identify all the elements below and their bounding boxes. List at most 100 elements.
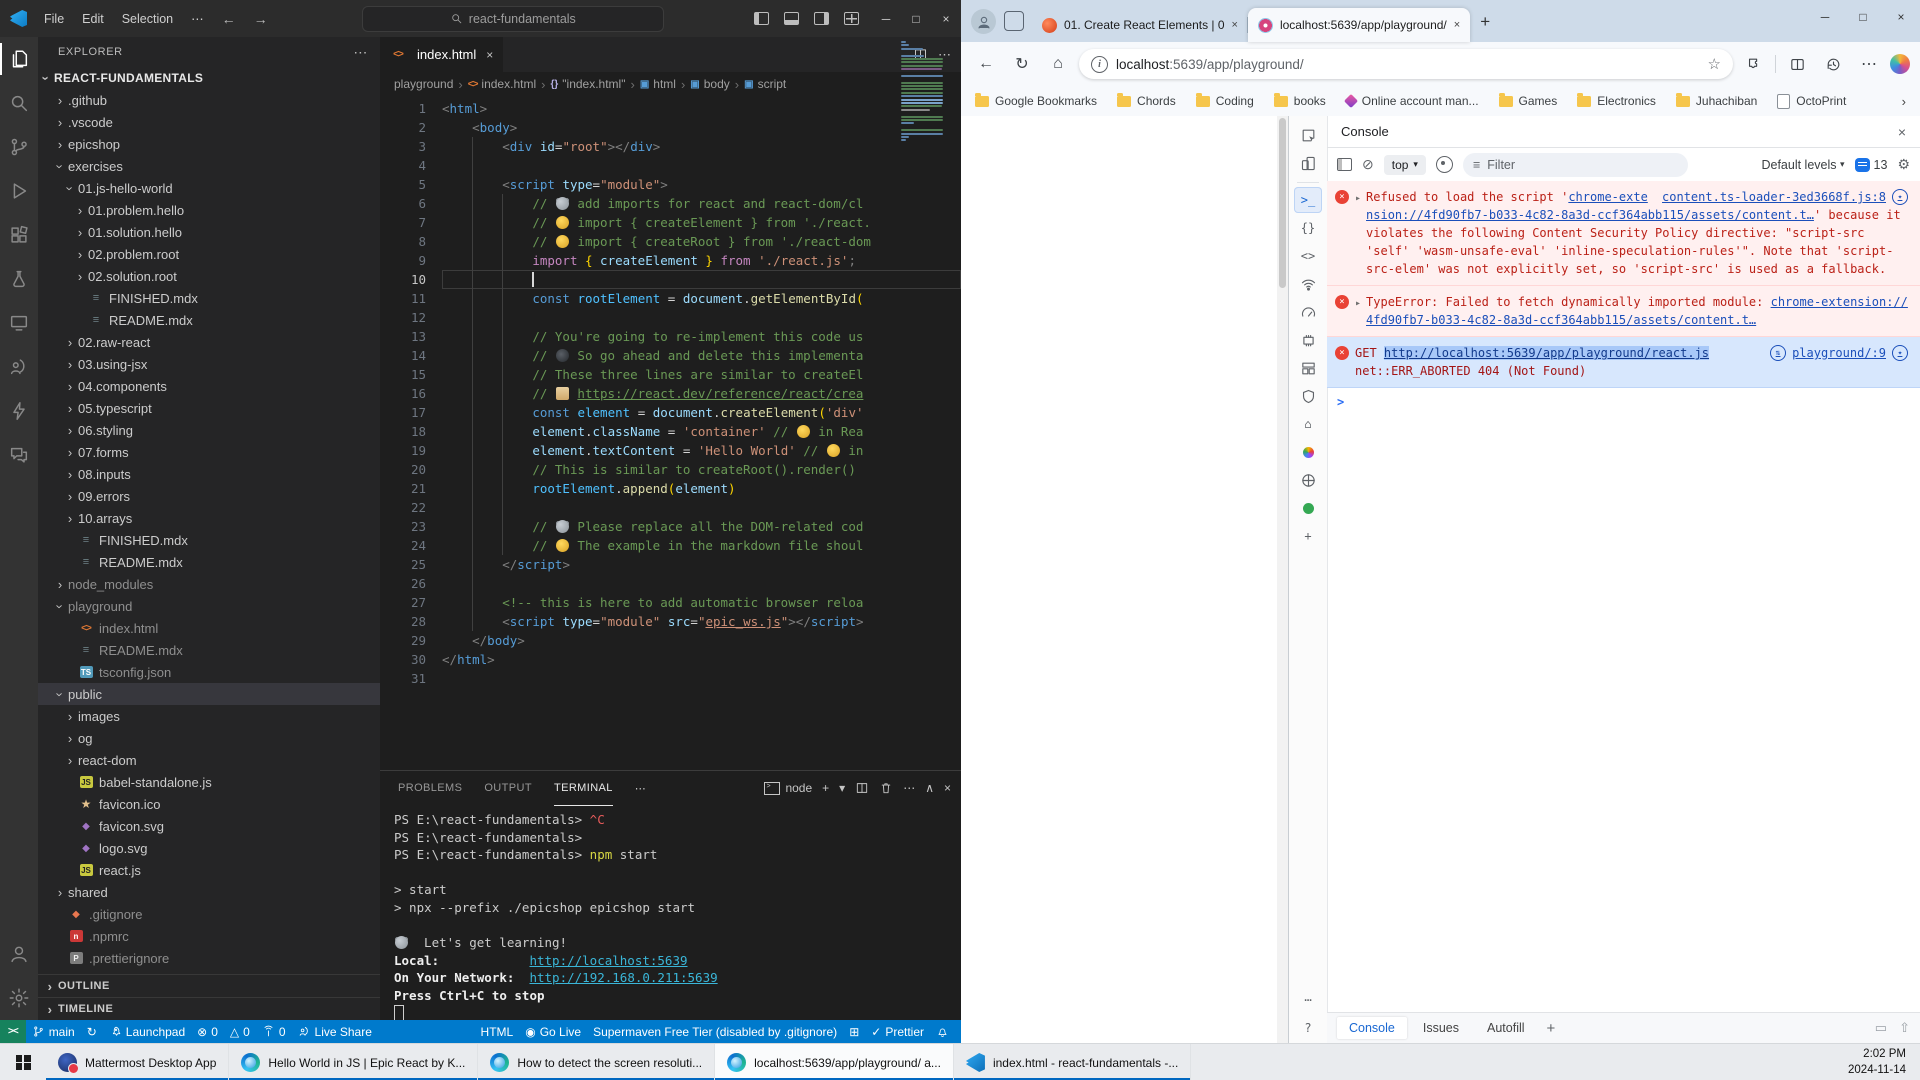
maximize-icon[interactable]: □: [1844, 0, 1882, 34]
close-panel-icon[interactable]: ×: [944, 781, 951, 795]
maximize-panel-icon[interactable]: ∧: [925, 781, 934, 795]
panel-more-icon[interactable]: ⋯: [903, 781, 915, 795]
new-terminal-icon[interactable]: +: [822, 781, 829, 795]
ai-explain-icon[interactable]: ✦: [1892, 189, 1908, 205]
tree-item-public[interactable]: ›public: [38, 683, 380, 705]
devtools-extension-status-icon[interactable]: [1294, 495, 1322, 521]
console-message[interactable]: ×▸TypeError: Failed to fetch dynamically…: [1327, 286, 1920, 337]
activity-comments[interactable]: [0, 433, 38, 477]
activity-settings[interactable]: [0, 976, 38, 1020]
kill-terminal-icon[interactable]: [879, 781, 893, 795]
breadcrumb-item[interactable]: {}"index.html": [550, 77, 625, 91]
new-tab-button[interactable]: +: [1480, 12, 1490, 32]
taskbar-button-hello[interactable]: Hello World in JS | Epic React by K...: [229, 1044, 478, 1080]
panel-tab-problems[interactable]: PROBLEMS: [398, 771, 462, 805]
activity-extensions[interactable]: [0, 213, 38, 257]
breadcrumb-item[interactable]: <>index.html: [468, 77, 536, 91]
devtools-lighthouse-icon[interactable]: [1294, 439, 1322, 465]
tree-item-02-problem-root[interactable]: ›02.problem.root: [38, 243, 380, 265]
status-0[interactable]: △0: [224, 1025, 256, 1039]
bookmark-chords[interactable]: Chords: [1117, 94, 1176, 108]
request-icon[interactable]: ⇅: [1770, 345, 1786, 361]
tree-item-10-arrays[interactable]: ›10.arrays: [38, 507, 380, 529]
bookmark-juhachiban[interactable]: Juhachiban: [1676, 94, 1757, 108]
upload-icon[interactable]: ⇧: [1899, 1020, 1910, 1036]
panel-more-icon[interactable]: ⋯: [635, 771, 646, 805]
tree-item-07-forms[interactable]: ›07.forms: [38, 441, 380, 463]
tree-item-logo-svg[interactable]: ◆logo.svg: [38, 837, 380, 859]
taskbar-clock[interactable]: 2:02 PM 2024-11-14: [1834, 1044, 1920, 1080]
tree-item-finished-mdx[interactable]: ≡FINISHED.mdx: [38, 529, 380, 551]
tree-item-02-raw-react[interactable]: ›02.raw-react: [38, 331, 380, 353]
bookmark-books[interactable]: books: [1274, 94, 1326, 108]
bookmark-google-bookmarks[interactable]: Google Bookmarks: [975, 94, 1097, 108]
ai-explain-icon[interactable]: ✦: [1892, 345, 1908, 361]
sync-icon[interactable]: ↻: [81, 1025, 103, 1039]
minimize-icon[interactable]: ─: [1806, 0, 1844, 34]
tab-close-icon[interactable]: ×: [1454, 19, 1460, 31]
breadcrumb-item[interactable]: playground: [394, 77, 453, 91]
bookmark-online-account-man-[interactable]: Online account man...: [1346, 94, 1479, 108]
menu-selection[interactable]: Selection: [113, 12, 182, 26]
tree-item-readme-mdx[interactable]: ≡README.mdx: [38, 551, 380, 573]
devtools-performance-icon[interactable]: [1294, 299, 1322, 325]
activity-account[interactable]: [0, 932, 38, 976]
tree-item-01-solution-hello[interactable]: ›01.solution.hello: [38, 221, 380, 243]
bookmarks-overflow-icon[interactable]: ›: [1902, 94, 1906, 109]
section-outline[interactable]: ›OUTLINE: [38, 974, 380, 997]
tree-item-readme-mdx[interactable]: ≡README.mdx: [38, 639, 380, 661]
console-message[interactable]: ×▸content.ts-loader-3ed3668f.js:8✦Refuse…: [1327, 181, 1920, 286]
back-icon[interactable]: ←: [971, 49, 1001, 79]
console-settings-gear-icon[interactable]: ⚙: [1897, 156, 1910, 173]
explorer-more-icon[interactable]: ⋯: [353, 44, 368, 61]
history-icon[interactable]: [1818, 49, 1848, 79]
bookmark-games[interactable]: Games: [1499, 94, 1558, 108]
tree-item--prettierignore[interactable]: P.prettierignore: [38, 947, 380, 969]
status-prettier[interactable]: ✓Prettier: [865, 1025, 930, 1039]
drawer-add-icon[interactable]: +: [1541, 1020, 1562, 1037]
activity-explorer[interactable]: [0, 37, 38, 81]
start-button[interactable]: [0, 1044, 46, 1080]
home-icon[interactable]: ⌂: [1043, 49, 1073, 79]
activity-live-share[interactable]: [0, 345, 38, 389]
taskbar-button-localhost-5639-app-playground-[interactable]: localhost:5639/app/playground/ a...: [715, 1044, 954, 1080]
status-main[interactable]: main: [26, 1025, 81, 1039]
console-sidebar-icon[interactable]: [1337, 158, 1352, 171]
tree-item-02-solution-root[interactable]: ›02.solution.root: [38, 265, 380, 287]
status-0[interactable]: ⊗0: [191, 1025, 224, 1039]
terminal-shell-node[interactable]: >node: [764, 781, 812, 795]
dock-icon[interactable]: ▭: [1875, 1020, 1887, 1036]
section-timeline[interactable]: ›TIMELINE: [38, 997, 380, 1020]
customize-layout-icon[interactable]: [839, 8, 865, 30]
breadcrumbs[interactable]: playground›<>index.html›{}"index.html"›▣…: [380, 72, 961, 96]
code-editor[interactable]: 1<html>2 <body>3 <div id="root"></div>45…: [380, 96, 961, 770]
panel-tab-output[interactable]: OUTPUT: [484, 771, 532, 805]
activity-gitlens[interactable]: [0, 389, 38, 433]
clear-console-icon[interactable]: ⊘: [1362, 156, 1374, 173]
status-html[interactable]: HTML: [475, 1025, 520, 1039]
minimap[interactable]: [901, 41, 945, 146]
drawer-tab-autofill[interactable]: Autofill: [1475, 1017, 1537, 1039]
split-terminal-icon[interactable]: [855, 781, 869, 795]
activity-testing[interactable]: [0, 257, 38, 301]
tree-item--npmrc[interactable]: n.npmrc: [38, 925, 380, 947]
command-center-search[interactable]: react-fundamentals: [362, 6, 664, 32]
activity-search[interactable]: [0, 81, 38, 125]
terminal-dropdown-icon[interactable]: ▾: [839, 781, 845, 795]
expand-triangle-icon[interactable]: ▸: [1355, 295, 1361, 329]
toggle-panel-icon[interactable]: [779, 8, 805, 30]
devtools-console-icon[interactable]: >_: [1294, 187, 1322, 213]
expand-triangle-icon[interactable]: ▸: [1355, 190, 1361, 278]
status-live[interactable]: Live Share: [292, 1025, 378, 1039]
activity-source-control[interactable]: [0, 125, 38, 169]
tree-item-readme-mdx[interactable]: ≡README.mdx: [38, 309, 380, 331]
status-0[interactable]: 0: [256, 1025, 292, 1039]
tree-item-react-js[interactable]: JSreact.js: [38, 859, 380, 881]
source-link[interactable]: content.ts-loader-3ed3668f.js:8: [1662, 188, 1886, 206]
breadcrumb-item[interactable]: ▣script: [744, 77, 786, 91]
tree-item--github[interactable]: ›.github: [38, 89, 380, 111]
devtools-elements-icon[interactable]: <>: [1294, 243, 1322, 269]
profile-avatar[interactable]: [971, 9, 996, 34]
nav-forward-icon[interactable]: →: [245, 11, 277, 27]
status-supermaven[interactable]: Supermaven Free Tier (disabled by .gitig…: [587, 1025, 843, 1039]
